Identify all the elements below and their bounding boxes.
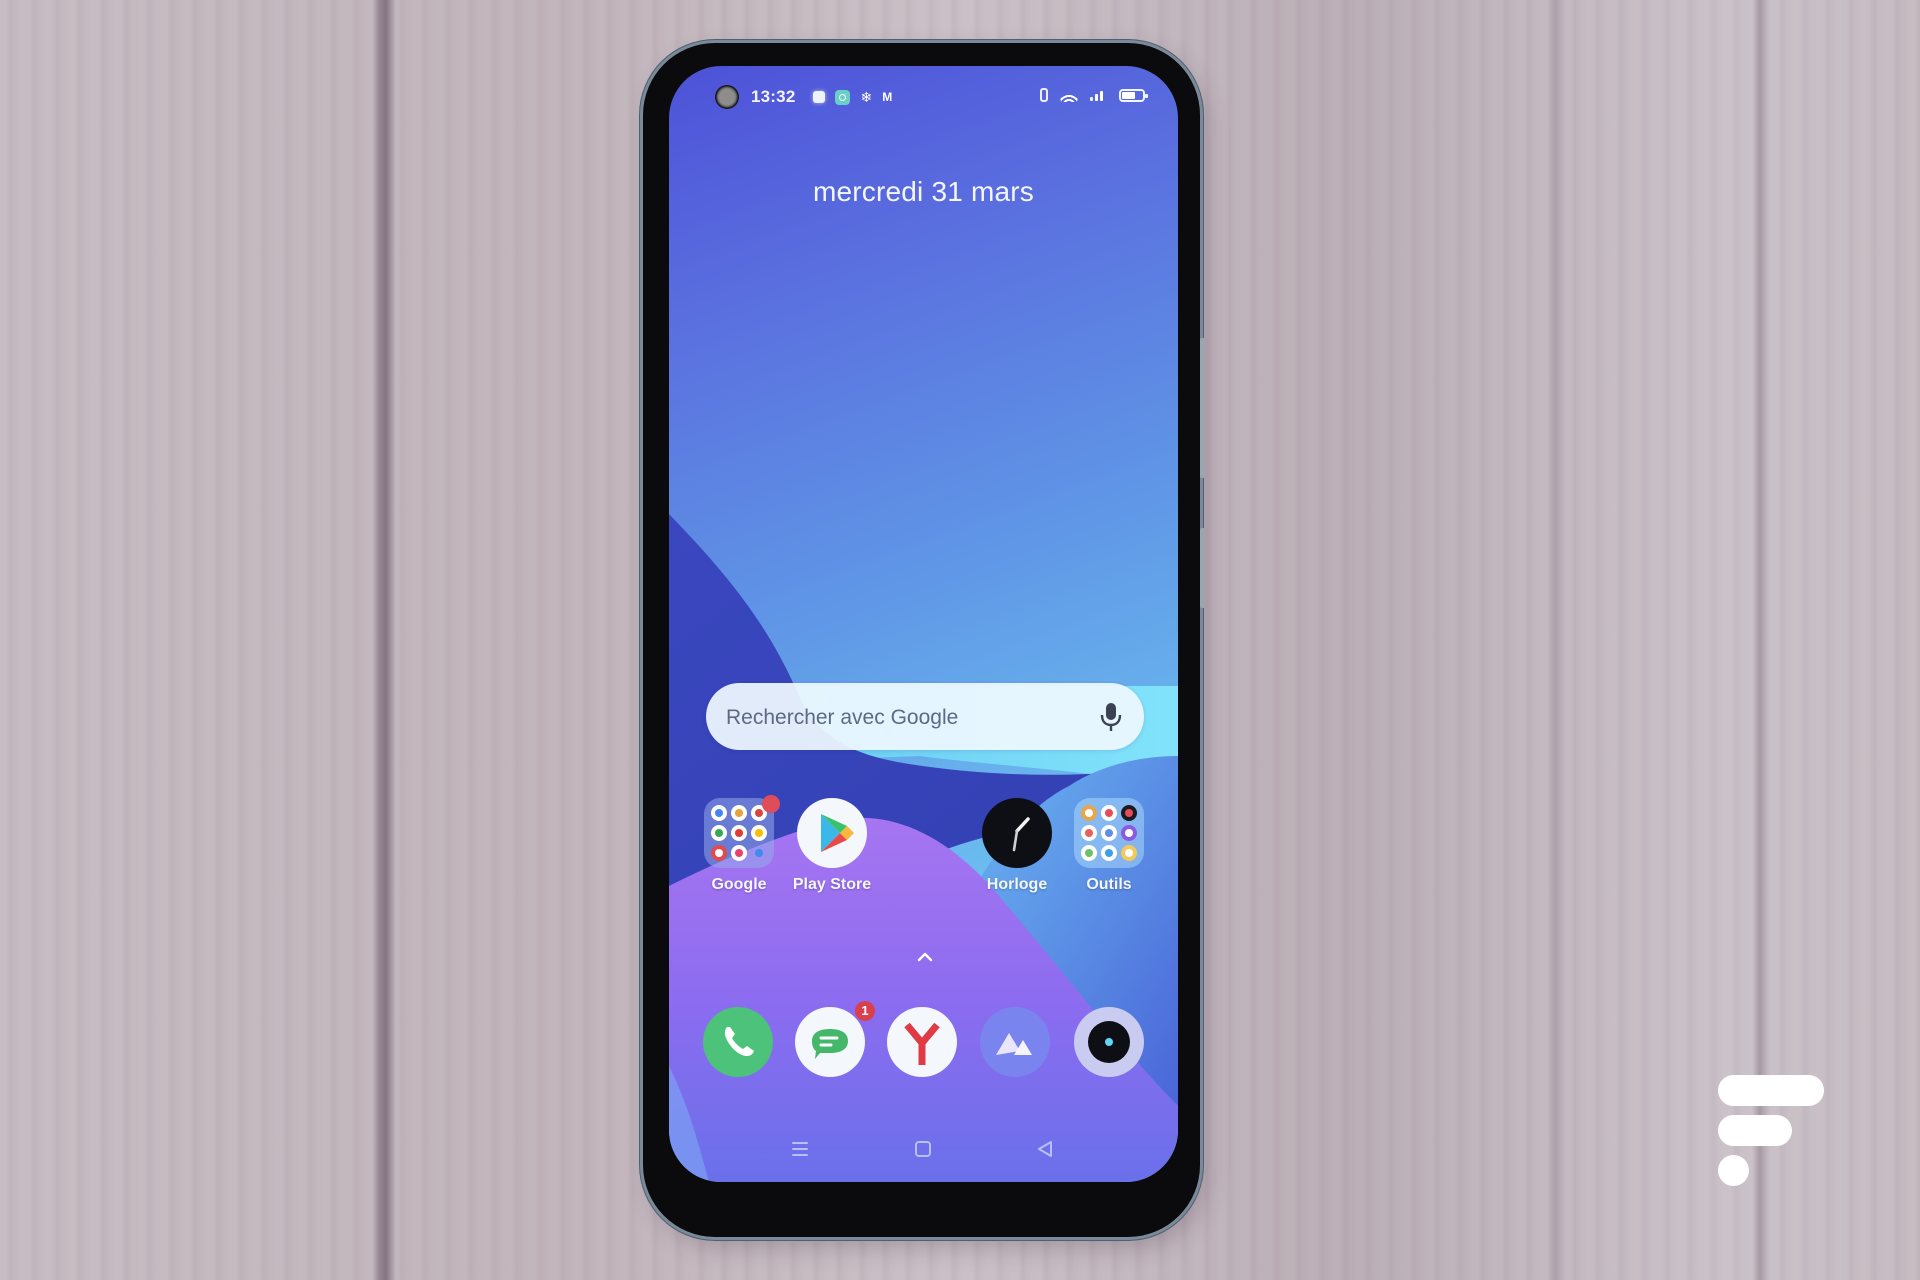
home-button[interactable] xyxy=(913,1139,933,1159)
vibrate-icon xyxy=(1040,88,1048,102)
microphone-icon[interactable] xyxy=(1098,701,1124,733)
camera-icon xyxy=(1074,1007,1144,1077)
compass-icon xyxy=(1121,805,1137,821)
status-time: 13:32 xyxy=(751,87,796,106)
youtube-icon xyxy=(731,825,747,841)
notification-dot xyxy=(762,795,780,813)
play-movies-icon xyxy=(731,845,747,861)
duo-icon xyxy=(751,845,767,861)
app-label: Play Store xyxy=(792,876,872,893)
clean-icon xyxy=(1121,825,1137,841)
search-input[interactable] xyxy=(724,683,1088,752)
recorder-icon xyxy=(1101,805,1117,821)
app-notification-icon xyxy=(813,91,826,103)
tools-folder-icon xyxy=(1074,798,1144,868)
app-label: Outils xyxy=(1086,876,1132,893)
menu-button[interactable] xyxy=(790,1139,810,1159)
play-store-icon xyxy=(797,798,867,868)
theme-store-icon xyxy=(1081,845,1097,861)
date-widget[interactable]: mercredi 31 mars xyxy=(669,176,1178,208)
toolbox-icon xyxy=(1081,825,1097,841)
drive-icon xyxy=(751,825,767,841)
messages-icon xyxy=(795,1007,865,1077)
google-icon xyxy=(711,805,727,821)
snowflake-icon: ❄ xyxy=(860,89,873,105)
volume-button xyxy=(1200,338,1205,478)
gmail-icon: M xyxy=(882,90,893,104)
contacts-icon xyxy=(1081,805,1097,821)
wifi-icon xyxy=(1060,88,1078,102)
back-button[interactable] xyxy=(1035,1139,1055,1159)
maps-icon xyxy=(711,825,727,841)
power-button xyxy=(1200,528,1205,608)
status-bar: 13:32 ❄ M xyxy=(751,86,892,108)
chevron-up-icon[interactable] xyxy=(915,950,935,964)
signal-icon xyxy=(1090,89,1103,101)
weather-icon xyxy=(1121,845,1137,861)
youtube-music-icon xyxy=(711,845,727,861)
phone-icon xyxy=(703,1007,773,1077)
frandroid-logo xyxy=(1718,1075,1824,1186)
yandex-browser-icon xyxy=(887,1007,957,1077)
vpn-icon xyxy=(835,89,851,105)
battery-icon xyxy=(1119,88,1148,102)
system-status-icons xyxy=(1040,88,1148,102)
files-icon xyxy=(1101,825,1117,841)
chrome-icon xyxy=(731,805,747,821)
calendar-icon xyxy=(1101,845,1117,861)
clock-icon xyxy=(982,798,1052,868)
gallery-icon xyxy=(980,1007,1050,1077)
google-search-bar[interactable] xyxy=(706,683,1144,752)
unread-badge: 1 xyxy=(855,1001,875,1021)
front-camera xyxy=(715,85,739,109)
